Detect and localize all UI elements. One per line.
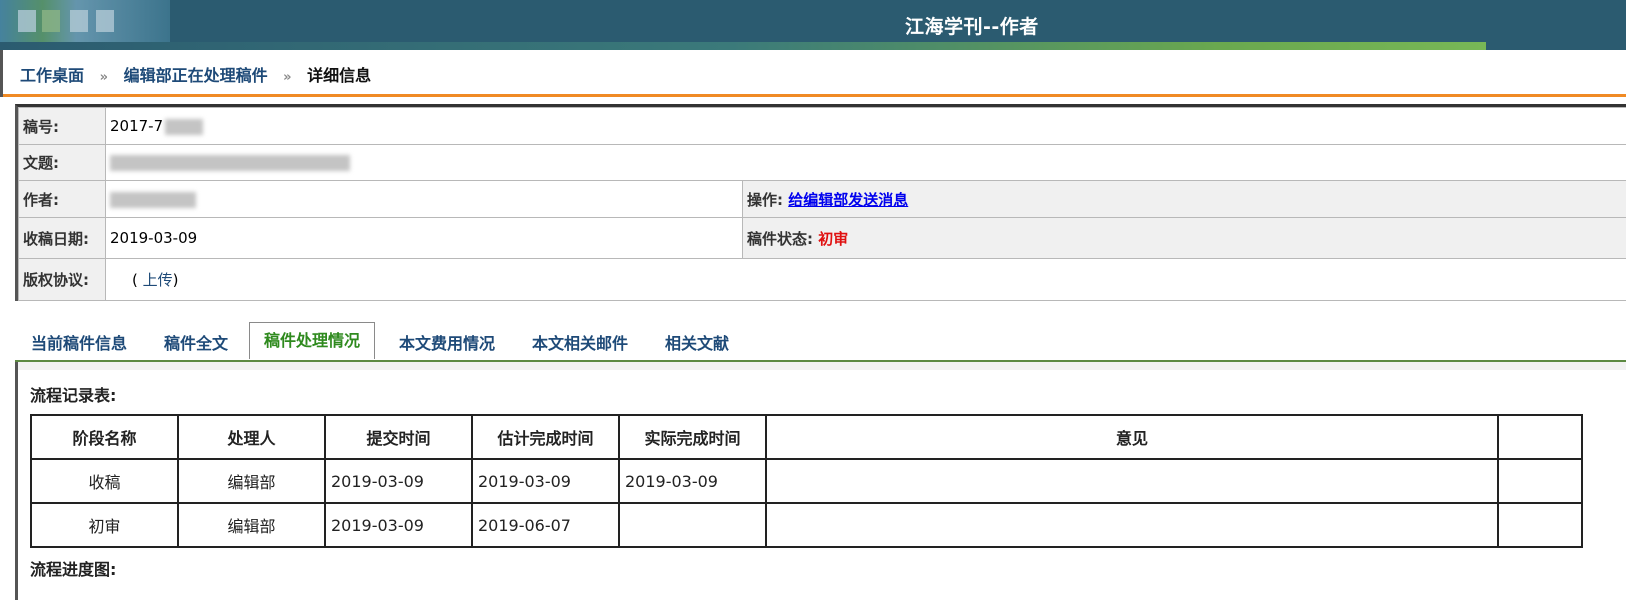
app-title: 江海学刊--作者 — [905, 16, 1039, 38]
status-cell: 稿件状态: 初审 — [742, 217, 1626, 259]
status-label: 稿件状态: — [747, 229, 813, 248]
action-label: 操作: — [747, 190, 783, 209]
breadcrumb-separator: » — [99, 70, 108, 85]
col-extra — [1497, 414, 1583, 460]
manuscript-title-value — [105, 144, 1626, 181]
received-date-value: 2019-03-09 — [105, 217, 743, 259]
breadcrumb-bar: 工作桌面 » 编辑部正在处理稿件 » 详细信息 — [0, 50, 1626, 97]
tab-processing[interactable]: 稿件处理情况 — [249, 322, 376, 359]
breadcrumb: 工作桌面 » 编辑部正在处理稿件 » 详细信息 — [20, 62, 371, 86]
manuscript-id-label: 稿号: — [18, 107, 106, 145]
processing-panel: 流程记录表: 阶段名称 处理人 提交时间 估计完成时间 实际完成时间 意见 收稿… — [15, 362, 1626, 600]
col-estimated: 估计完成时间 — [471, 414, 620, 460]
breadcrumb-item-processing[interactable]: 编辑部正在处理稿件 — [124, 66, 268, 85]
tab-fees[interactable]: 本文费用情况 — [399, 330, 495, 354]
manuscript-info: 稿号: 2017-7 文题: 作者: 操作: 给编辑部发送消息 收稿日期: 20… — [15, 104, 1626, 301]
flow-record-table: 阶段名称 处理人 提交时间 估计完成时间 实际完成时间 意见 收稿 编辑部 20… — [30, 414, 1583, 548]
col-stage: 阶段名称 — [30, 414, 179, 460]
received-date-label: 收稿日期: — [18, 217, 106, 259]
tab-current-info[interactable]: 当前稿件信息 — [31, 330, 127, 354]
tab-references[interactable]: 相关文献 — [665, 330, 729, 354]
flow-record-title: 流程记录表: — [30, 386, 117, 405]
status-badge: 初审 — [818, 229, 849, 248]
upload-link[interactable]: 上传 — [143, 271, 173, 289]
col-opinion: 意见 — [765, 414, 1499, 460]
manuscript-id-value: 2017-7 — [105, 107, 1626, 145]
app-header: 江海学刊--作者 — [0, 0, 1626, 48]
send-message-link[interactable]: 给编辑部发送消息 — [788, 191, 908, 209]
col-actual: 实际完成时间 — [618, 414, 767, 460]
breadcrumb-item-current: 详细信息 — [307, 66, 372, 85]
table-row: 收稿 编辑部 2019-03-09 2019-03-09 2019-03-09 — [30, 458, 1583, 504]
manuscript-title-label: 文题: — [18, 144, 106, 181]
author-value — [105, 180, 743, 218]
header-stripe — [0, 42, 1626, 50]
breadcrumb-item-desk[interactable]: 工作桌面 — [20, 66, 84, 85]
col-submitted: 提交时间 — [324, 414, 473, 460]
author-label: 作者: — [18, 180, 106, 218]
flow-progress-title: 流程进度图: — [30, 560, 117, 579]
col-handler: 处理人 — [177, 414, 326, 460]
tab-fulltext[interactable]: 稿件全文 — [164, 330, 228, 354]
copyright-label: 版权协议: — [18, 258, 106, 301]
logo — [0, 0, 170, 48]
tab-emails[interactable]: 本文相关邮件 — [532, 330, 628, 354]
breadcrumb-separator: » — [283, 70, 292, 85]
copyright-value: ( 上传) — [105, 258, 1626, 301]
table-row: 初审 编辑部 2019-03-09 2019-06-07 — [30, 502, 1583, 548]
tab-bar: 当前稿件信息 稿件全文 稿件处理情况 本文费用情况 本文相关邮件 相关文献 — [15, 318, 1626, 362]
action-cell: 操作: 给编辑部发送消息 — [742, 180, 1626, 218]
